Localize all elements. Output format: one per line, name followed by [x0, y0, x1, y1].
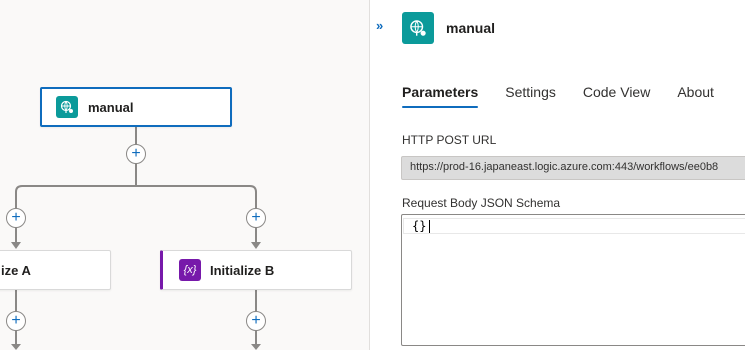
tab-settings[interactable]: Settings — [505, 84, 556, 100]
add-step-button[interactable]: + — [126, 144, 146, 164]
panel-tabs: Parameters Settings Code View About — [402, 84, 714, 108]
plus-icon: + — [11, 209, 21, 226]
action-card-initialize-b[interactable]: {x} Initialize B — [160, 250, 352, 290]
variable-icon: {x} — [179, 259, 201, 281]
add-step-button-after-b[interactable]: + — [246, 311, 266, 331]
action-card-label: ize A — [1, 262, 31, 278]
double-chevron-right-icon: » — [376, 18, 383, 33]
collapse-panel-button[interactable]: » — [376, 18, 383, 33]
tab-parameters[interactable]: Parameters — [402, 84, 479, 108]
action-card-initialize-a[interactable]: ize A — [0, 250, 111, 290]
flow-connectors — [11, 126, 261, 350]
schema-value: {} — [412, 219, 427, 233]
http-post-url-value: https://prod-16.japaneast.logic.azure.co… — [410, 161, 719, 173]
add-step-button-after-a[interactable]: + — [6, 311, 26, 331]
add-step-button-branch-b[interactable]: + — [246, 208, 266, 228]
plus-icon: + — [131, 145, 141, 162]
http-request-icon — [402, 12, 434, 44]
tab-about[interactable]: About — [677, 84, 714, 100]
http-post-url-field[interactable]: https://prod-16.japaneast.logic.azure.co… — [401, 156, 745, 180]
trigger-card-manual[interactable]: manual — [40, 87, 232, 127]
add-step-button-branch-a[interactable]: + — [6, 208, 26, 228]
http-request-icon — [56, 96, 78, 118]
plus-icon: + — [251, 312, 261, 329]
tab-code-view[interactable]: Code View — [583, 84, 650, 100]
schema-label: Request Body JSON Schema — [402, 196, 561, 210]
action-card-label: Initialize B — [210, 262, 275, 278]
designer-canvas[interactable]: manual + + + + + ize A {x} Initialize B — [0, 0, 370, 350]
details-panel: » manual Parameters Settings Code View A… — [369, 0, 745, 350]
current-line-highlight — [403, 218, 745, 234]
schema-editor[interactable]: {} — [401, 214, 745, 346]
http-post-url-label: HTTP POST URL — [402, 133, 497, 147]
trigger-card-label: manual — [88, 99, 134, 115]
variable-icon-text: {x} — [183, 264, 197, 276]
plus-icon: + — [251, 209, 261, 226]
plus-icon: + — [11, 312, 21, 329]
panel-title: manual — [446, 20, 496, 36]
text-caret — [429, 220, 430, 233]
